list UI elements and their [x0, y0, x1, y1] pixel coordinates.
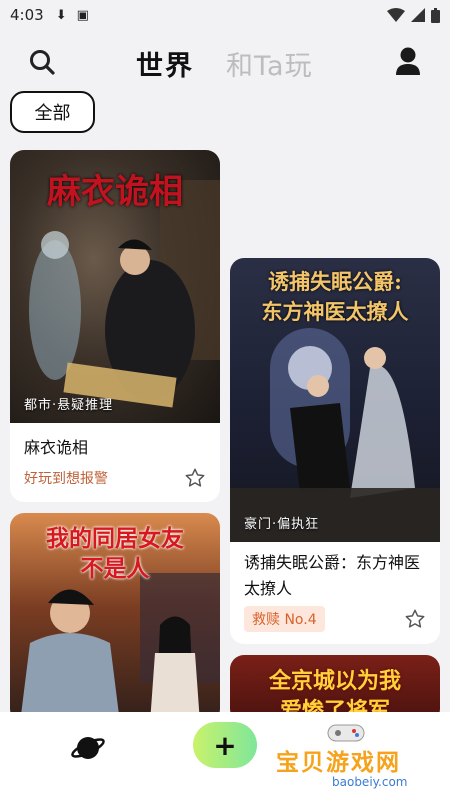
filter-chip-label: 全部: [34, 103, 71, 124]
planet-icon[interactable]: [70, 730, 106, 766]
create-button[interactable]: +: [193, 722, 257, 768]
story-title: 诱捕失眠公爵：东方神医太撩人: [244, 553, 421, 598]
search-icon[interactable]: [28, 48, 56, 76]
cover-title-line1: 全京城以为我: [268, 668, 401, 694]
status-bar: 4:03 ⬇ ▣: [0, 0, 450, 30]
bottom-navigation: + 宝贝游戏网 baobeiy.com: [0, 712, 450, 800]
cover-title-line1: 我的同居女友: [46, 525, 184, 552]
story-tag: 好玩到想报警: [24, 471, 108, 487]
top-header: 世界 和Ta玩: [0, 40, 450, 84]
watermark-logo: 宝贝游戏网 baobeiy.com: [276, 724, 426, 797]
cover-title-line2: 东方神医太撩人: [261, 299, 409, 324]
cover-title: 麻衣诡相: [47, 172, 183, 212]
profile-icon[interactable]: [394, 46, 422, 76]
watermark-url: baobeiy.com: [332, 775, 408, 789]
tab-world[interactable]: 世界: [136, 44, 194, 83]
filter-chip-all[interactable]: 全部: [10, 91, 95, 133]
watermark-text: 宝贝游戏网: [276, 750, 401, 776]
story-cover-image: 诱捕失眠公爵: 东方神医太撩人 豪门·偏执狂: [230, 258, 440, 542]
cover-title-line1: 诱捕失眠公爵:: [268, 269, 402, 294]
story-cover-image: 我的同居女友 不是人: [10, 513, 220, 723]
battery-icon: [431, 7, 440, 23]
signal-icon: [411, 8, 425, 22]
genre-label: 豪门·偏执狂: [244, 517, 320, 532]
rank-badge: 救赎 No.4: [244, 606, 325, 632]
tab-play-with-ta[interactable]: 和Ta玩: [226, 44, 313, 83]
story-title: 麻衣诡相: [24, 438, 89, 457]
status-time: 4:03: [10, 6, 44, 24]
story-card[interactable]: 诱捕失眠公爵: 东方神医太撩人 豪门·偏执狂 诱捕失眠公爵：东方神医太撩人 救赎…: [230, 258, 440, 644]
story-cover-image: 麻衣诡相 都市·悬疑推理: [10, 150, 220, 423]
cover-title-line2: 不是人: [80, 555, 150, 582]
genre-label: 都市·悬疑推理: [24, 398, 114, 413]
plus-icon: +: [213, 728, 237, 762]
wifi-icon: [387, 8, 405, 22]
story-card[interactable]: 麻衣诡相 都市·悬疑推理 麻衣诡相 好玩到想报警: [10, 150, 220, 502]
story-card[interactable]: 我的同居女友 不是人: [10, 513, 220, 723]
notification-icon: ▣: [76, 7, 89, 23]
star-icon[interactable]: [184, 467, 206, 489]
download-icon: ⬇: [55, 7, 67, 23]
gamepad-icon: [327, 724, 365, 742]
star-icon[interactable]: [404, 608, 426, 630]
